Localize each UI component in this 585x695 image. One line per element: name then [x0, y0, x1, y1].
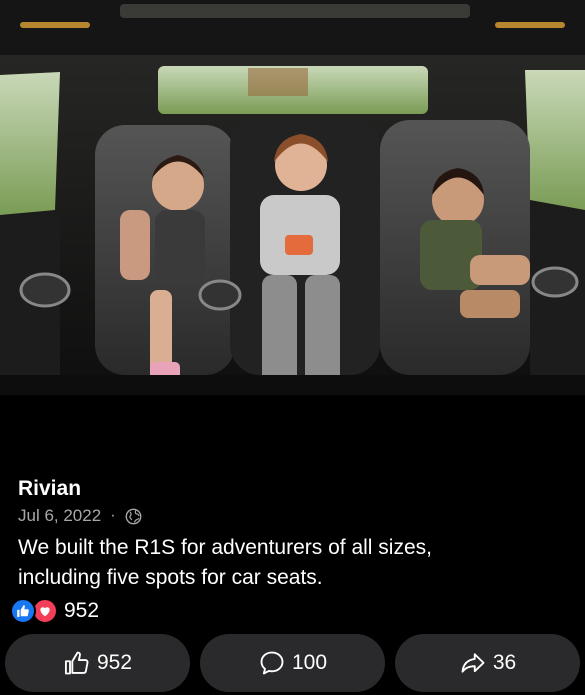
share-count: 36	[492, 651, 517, 674]
caption-line: including five spots for car seats.	[18, 566, 323, 589]
like-button[interactable]: 952	[5, 634, 190, 692]
caption-line: We built the R1S for adventurers of all …	[18, 536, 432, 559]
action-bar: 952 100 36	[5, 634, 580, 692]
post-date[interactable]: Jul 6, 2022	[18, 504, 101, 528]
globe-icon	[125, 508, 141, 524]
like-count: 952	[96, 651, 133, 674]
like-reaction-icon	[10, 598, 36, 624]
comment-count: 100	[291, 651, 328, 674]
share-arrow-icon	[461, 653, 485, 673]
post-photo[interactable]	[0, 0, 585, 395]
separator-dot: ·	[110, 507, 116, 524]
post-dateline: Jul 6, 2022 ·	[18, 504, 567, 528]
reaction-count: 952	[64, 599, 100, 622]
comment-button[interactable]: 100	[200, 634, 385, 692]
post-author[interactable]: Rivian	[18, 476, 567, 502]
share-button[interactable]: 36	[395, 634, 580, 692]
post-caption: We built the R1S for adventurers of all …	[18, 533, 568, 593]
comment-bubble-icon	[260, 651, 284, 675]
reaction-summary[interactable]: 952	[10, 598, 99, 624]
thumbs-up-icon	[64, 651, 89, 675]
post-meta: Rivian Jul 6, 2022 ·	[18, 476, 567, 528]
